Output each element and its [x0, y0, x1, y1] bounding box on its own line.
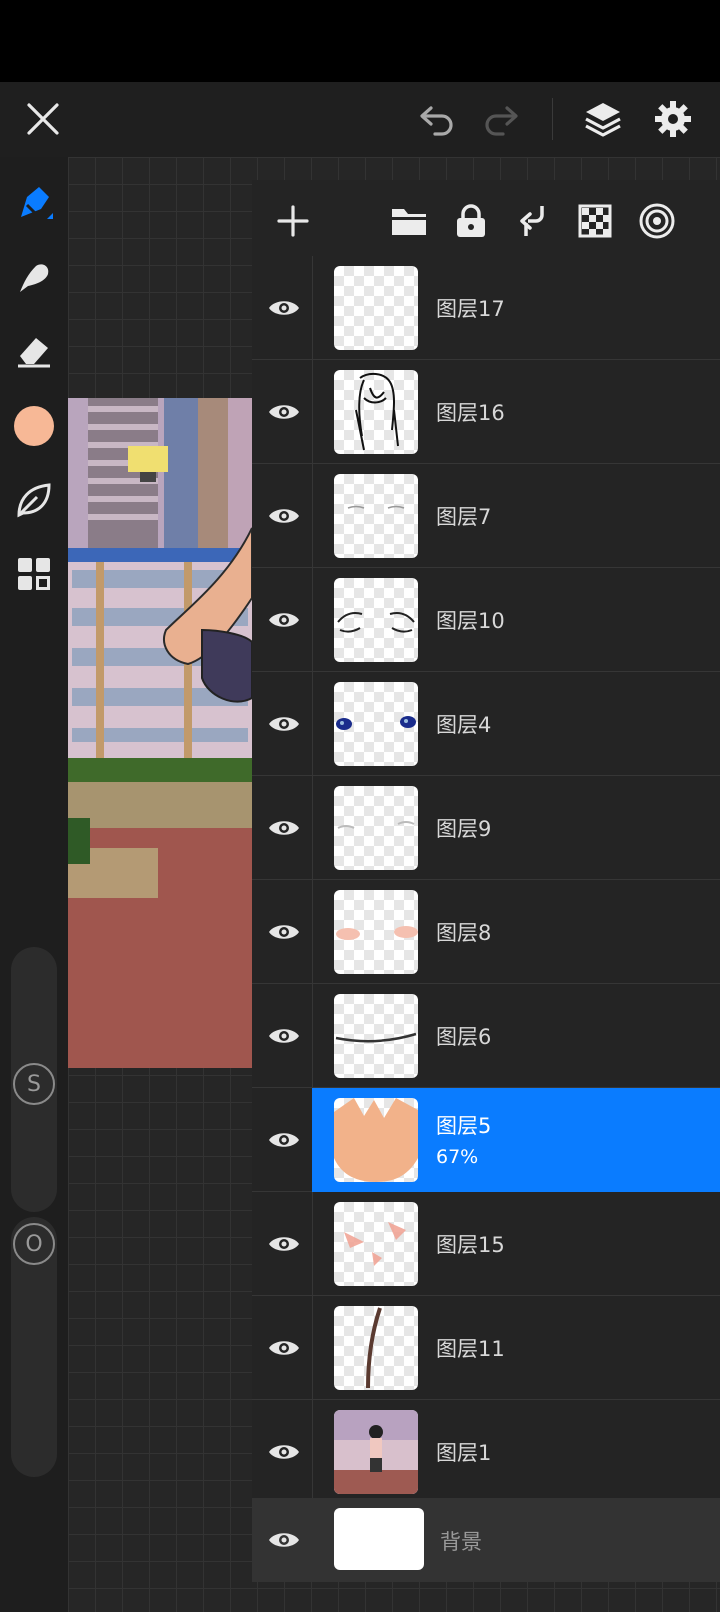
layer-row[interactable]: 图层15: [252, 1192, 720, 1296]
layer-name: 图层6: [436, 1025, 492, 1049]
layer-opacity: 67%: [436, 1146, 479, 1168]
layer-name: 图层16: [436, 401, 505, 425]
layer-name: 图层15: [436, 1233, 505, 1257]
layer-name: 图层8: [436, 921, 492, 945]
layer-name: 图层7: [436, 505, 492, 529]
layer-thumbnail: [334, 578, 418, 662]
layer-row[interactable]: 图层17: [252, 256, 720, 360]
layer-row[interactable]: 图层1: [252, 1400, 720, 1504]
layer-name: 图层11: [436, 1337, 505, 1361]
eraser-icon[interactable]: [9, 325, 59, 375]
layer-thumbnail: [334, 786, 418, 870]
color-swatch[interactable]: [9, 401, 59, 451]
merge-down-icon[interactable]: [510, 198, 556, 244]
gear-icon[interactable]: [648, 94, 698, 144]
opacity-label: O: [13, 1223, 55, 1265]
eye-icon[interactable]: [260, 1516, 308, 1564]
layer-name: 图层9: [436, 817, 492, 841]
lock-icon[interactable]: [448, 198, 494, 244]
eye-icon[interactable]: [260, 1324, 308, 1372]
eye-icon[interactable]: [260, 908, 308, 956]
close-icon[interactable]: [18, 94, 68, 144]
layer-thumbnail: [334, 1202, 418, 1286]
eye-icon[interactable]: [260, 492, 308, 540]
layer-name: 图层4: [436, 713, 492, 737]
layer-thumbnail: [334, 1306, 418, 1390]
layer-name: 图层17: [436, 297, 505, 321]
leaf-icon[interactable]: [9, 475, 59, 525]
eye-icon[interactable]: [260, 1116, 308, 1164]
layer-row[interactable]: 图层4: [252, 672, 720, 776]
layer-thumbnail: [334, 1098, 418, 1182]
layer-thumbnail: [334, 474, 418, 558]
layer-row[interactable]: 图层7: [252, 464, 720, 568]
eye-icon[interactable]: [260, 1220, 308, 1268]
redo-icon[interactable]: [476, 94, 526, 144]
eye-icon[interactable]: [260, 284, 308, 332]
canvas-artwork[interactable]: [68, 398, 252, 1068]
eye-icon[interactable]: [260, 700, 308, 748]
layer-thumbnail: [334, 1508, 424, 1570]
layer-row[interactable]: 图层6: [252, 984, 720, 1088]
size-label: S: [13, 1063, 55, 1105]
toolbar-divider: [552, 98, 553, 140]
eye-icon[interactable]: [260, 1428, 308, 1476]
grid-icon[interactable]: [9, 549, 59, 599]
top-toolbar: [0, 82, 720, 157]
eye-icon[interactable]: [260, 596, 308, 644]
layer-row[interactable]: 图层16: [252, 360, 720, 464]
layer-row[interactable]: 图层8: [252, 880, 720, 984]
layer-row[interactable]: 图层11: [252, 1296, 720, 1400]
pen-icon[interactable]: [9, 179, 59, 229]
background-layer-row[interactable]: 背景: [252, 1498, 720, 1582]
eye-icon[interactable]: [260, 388, 308, 436]
layer-name: 图层5: [436, 1114, 492, 1138]
eye-icon[interactable]: [260, 804, 308, 852]
add-icon[interactable]: [270, 198, 316, 244]
transparency-icon[interactable]: [572, 198, 618, 244]
folder-icon[interactable]: [386, 198, 432, 244]
layers-icon[interactable]: [578, 94, 628, 144]
layer-name: 图层1: [436, 1441, 492, 1465]
brush-opacity-slider[interactable]: O: [11, 1217, 57, 1477]
undo-icon[interactable]: [412, 94, 462, 144]
layer-thumbnail: [334, 370, 418, 454]
layer-thumbnail: [334, 266, 418, 350]
layer-thumbnail: [334, 890, 418, 974]
layer-row[interactable]: 图层10: [252, 568, 720, 672]
layer-row[interactable]: 图层9: [252, 776, 720, 880]
layer-row-selected[interactable]: 图层5 67%: [252, 1088, 720, 1192]
layer-thumbnail: [334, 682, 418, 766]
smudge-icon[interactable]: [9, 253, 59, 303]
layer-name: 背景: [440, 1530, 482, 1554]
brush-size-slider[interactable]: S: [11, 947, 57, 1212]
layer-thumbnail: [334, 1410, 418, 1494]
status-bar: [0, 0, 720, 82]
target-icon[interactable]: [634, 198, 680, 244]
layers-panel: 图层17 图层16 图层7 图层10 图层4 图层9 图层8 图层6 图层5 6…: [252, 180, 720, 1582]
layer-name: 图层10: [436, 609, 505, 633]
tool-rail: S O: [0, 157, 68, 1612]
layers-toolbar: [252, 180, 720, 260]
eye-icon[interactable]: [260, 1012, 308, 1060]
layer-thumbnail: [334, 994, 418, 1078]
